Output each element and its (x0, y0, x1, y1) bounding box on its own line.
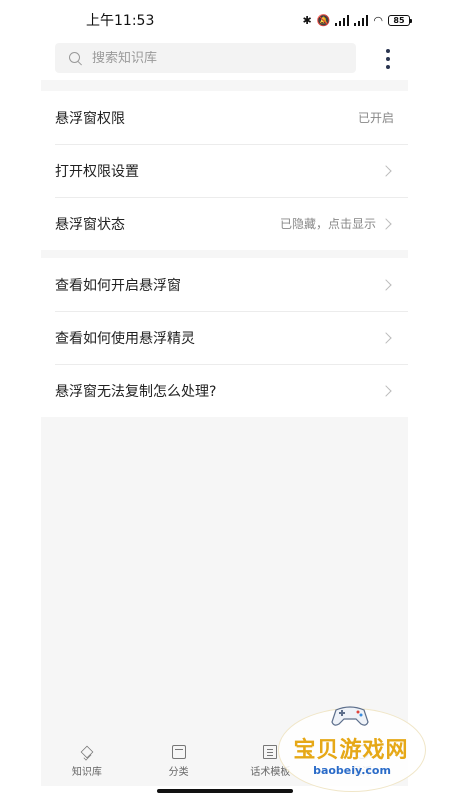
chevron-right-icon (380, 331, 392, 344)
gamepad-icon (331, 706, 369, 726)
row-label: 悬浮窗权限 (55, 110, 125, 127)
hd-signal-icon (354, 14, 369, 26)
row-float-permission[interactable]: 悬浮窗权限 已开启 (41, 91, 408, 144)
mute-icon: 🔕 (316, 13, 331, 27)
home-indicator[interactable] (157, 789, 293, 793)
row-value: 已开启 (357, 111, 394, 125)
watermark-logo: 宝贝游戏网 baobeiy.com (272, 700, 432, 792)
hd-signal-icon (335, 14, 350, 26)
bluetooth-icon: ✱ (302, 13, 312, 27)
search-input[interactable] (92, 50, 322, 66)
watermark-url: baobeiy.com (313, 764, 391, 777)
chevron-right-icon (380, 217, 392, 230)
search-row (0, 40, 450, 80)
row-value: 已隐藏，点击显示 (279, 217, 376, 231)
settings-group-permissions: 悬浮窗权限 已开启 打开权限设置 悬浮窗状态 已隐藏，点击显示 (41, 91, 408, 250)
wifi-icon: ◠ (373, 13, 383, 27)
row-open-permission-settings[interactable]: 打开权限设置 (41, 144, 408, 197)
row-how-enable-float[interactable]: 查看如何开启悬浮窗 (41, 258, 408, 311)
row-label: 悬浮窗状态 (55, 216, 125, 233)
settings-panel: 悬浮窗权限 已开启 打开权限设置 悬浮窗状态 已隐藏，点击显示 查看如何开启悬浮… (41, 80, 408, 736)
settings-group-help: 查看如何开启悬浮窗 查看如何使用悬浮精灵 悬浮窗无法复制怎么处理? (41, 258, 408, 417)
status-icons: ✱ 🔕 ◠ 85 (302, 13, 412, 27)
cube-icon (171, 744, 186, 759)
row-label: 打开权限设置 (55, 163, 139, 180)
row-label: 查看如何开启悬浮窗 (55, 277, 181, 294)
battery-icon: 85 (388, 14, 412, 26)
row-label: 悬浮窗无法复制怎么处理? (55, 383, 217, 400)
layers-icon (80, 745, 94, 759)
row-how-use-float-sprite[interactable]: 查看如何使用悬浮精灵 (41, 311, 408, 364)
row-float-copy-issue[interactable]: 悬浮窗无法复制怎么处理? (41, 364, 408, 417)
tab-knowledge-base[interactable]: 知识库 (41, 736, 133, 786)
watermark-title: 宝贝游戏网 (293, 738, 409, 763)
row-float-status[interactable]: 悬浮窗状态 已隐藏，点击显示 (41, 197, 408, 250)
battery-level: 85 (393, 15, 405, 25)
row-label: 查看如何使用悬浮精灵 (55, 330, 195, 347)
status-time: 上午11:53 (86, 13, 155, 29)
status-bar: 上午11:53 ✱ 🔕 ◠ 85 (0, 0, 450, 40)
chevron-right-icon (380, 164, 392, 177)
tab-label: 分类 (168, 766, 189, 778)
tab-category[interactable]: 分类 (133, 736, 225, 786)
chevron-right-icon (380, 384, 392, 397)
search-icon (69, 51, 82, 65)
search-box[interactable] (55, 43, 356, 73)
more-options-icon[interactable] (384, 49, 392, 69)
tab-label: 知识库 (71, 766, 102, 778)
chevron-right-icon (380, 278, 392, 291)
